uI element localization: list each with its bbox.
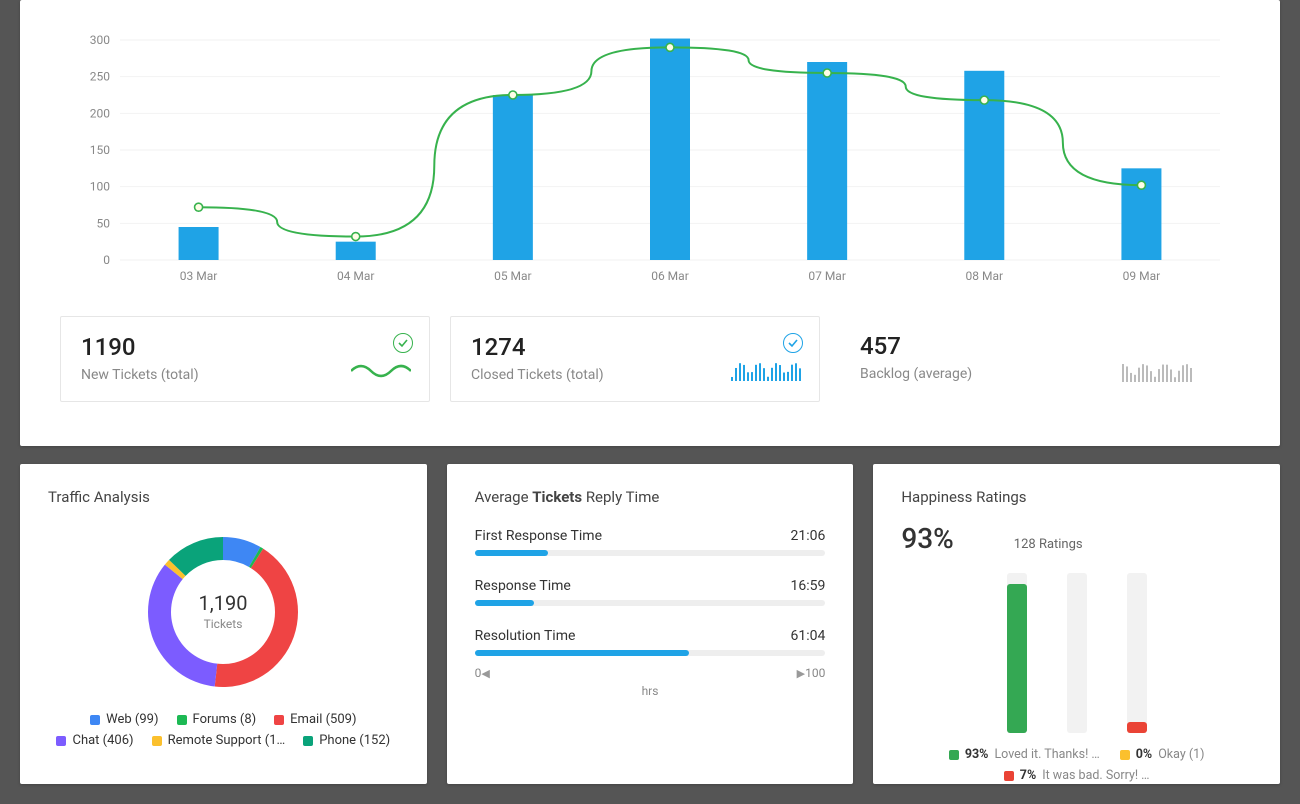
metric-label: Response Time: [475, 578, 571, 594]
happiness-bar-fill: [1127, 722, 1147, 733]
happiness-bar: [1127, 573, 1147, 733]
legend-swatch-icon: [949, 750, 959, 760]
happiness-bar-fill: [1007, 584, 1027, 733]
metric-value: 21:06: [790, 528, 825, 544]
svg-text:50: 50: [97, 216, 111, 230]
svg-text:1,190: 1,190: [199, 591, 248, 615]
traffic-legend-item[interactable]: Remote Support (1…: [152, 733, 286, 748]
legend-swatch-icon: [56, 736, 66, 746]
svg-text:Tickets: Tickets: [204, 617, 243, 631]
kpi-sparkline: [731, 361, 801, 385]
metric-bar-track: [475, 550, 826, 556]
kpi-card-0[interactable]: 1190 New Tickets (total): [60, 316, 430, 402]
happiness-bars: [901, 573, 1252, 733]
tickets-overview-card: 0 50 100 150 200 250 300 03 Mar 04 Mar 05 Mar 06 M…: [20, 0, 1280, 446]
reply-title: Average Tickets Reply Time: [475, 488, 826, 506]
traffic-donut-chart: 1,190 Tickets: [133, 522, 313, 702]
happiness-ratings-count: 128 Ratings: [1014, 537, 1083, 552]
happiness-title: Happiness Ratings: [901, 488, 1252, 506]
legend-swatch-icon: [152, 736, 162, 746]
traffic-legend-item[interactable]: Forums (8): [177, 712, 257, 727]
legend-swatch-icon: [303, 736, 313, 746]
reply-metric: First Response Time 21:06: [475, 528, 826, 556]
kpi-card-2[interactable]: 457 Backlog (average): [840, 316, 1210, 402]
reply-axis: 0 ◀ ▶ 100: [475, 666, 826, 680]
legend-swatch-icon: [177, 715, 187, 725]
kpi-row: 1190 New Tickets (total) 1274 Closed Tic…: [60, 316, 1240, 402]
axis-min: 0: [475, 666, 482, 680]
svg-text:0: 0: [103, 253, 110, 267]
legend-swatch-icon: [90, 715, 100, 725]
svg-text:04 Mar: 04 Mar: [337, 269, 375, 283]
svg-text:05 Mar: 05 Mar: [494, 269, 532, 283]
legend-swatch-icon: [1004, 771, 1014, 781]
traffic-analysis-card: Traffic Analysis 1,190 Tickets Web (99) Fo…: [20, 464, 427, 784]
metric-label: Resolution Time: [475, 628, 576, 644]
traffic-legend-item[interactable]: Web (99): [90, 712, 158, 727]
svg-text:250: 250: [90, 70, 110, 84]
happiness-card: Happiness Ratings 93% 128 Ratings 93% Lo…: [873, 464, 1280, 784]
happiness-legend-item[interactable]: 93% Loved it. Thanks! …: [949, 747, 1100, 762]
svg-text:300: 300: [90, 33, 110, 47]
metric-bar-fill: [475, 600, 535, 606]
axis-right-arrow-icon[interactable]: ▶: [797, 667, 805, 680]
reply-metric: Resolution Time 61:04: [475, 628, 826, 656]
svg-text:08 Mar: 08 Mar: [966, 269, 1004, 283]
kpi-sparkline: [1122, 362, 1192, 386]
metric-value: 16:59: [790, 578, 825, 594]
check-circle-icon: [783, 333, 803, 353]
metric-bar-fill: [475, 550, 549, 556]
svg-text:100: 100: [90, 180, 110, 194]
happiness-bar: [1067, 573, 1087, 733]
kpi-card-1[interactable]: 1274 Closed Tickets (total): [450, 316, 820, 402]
legend-swatch-icon: [274, 715, 284, 725]
traffic-legend-item[interactable]: Phone (152): [303, 733, 390, 748]
happiness-bar: [1007, 573, 1027, 733]
traffic-title: Traffic Analysis: [48, 488, 399, 506]
tickets-week-chart: 0 50 100 150 200 250 300 03 Mar 04 Mar 05 Mar 06 M…: [60, 30, 1240, 300]
reply-metrics: First Response Time 21:06 Response Time …: [475, 528, 826, 656]
happiness-legend: 93% Loved it. Thanks! … 0% Okay (1) 7% It …: [901, 747, 1252, 783]
svg-text:03 Mar: 03 Mar: [180, 269, 218, 283]
svg-text:07 Mar: 07 Mar: [808, 269, 846, 283]
traffic-legend-item[interactable]: Chat (406): [56, 733, 133, 748]
svg-text:09 Mar: 09 Mar: [1123, 269, 1161, 283]
happiness-main-pct: 93%: [901, 522, 953, 555]
traffic-legend: Web (99) Forums (8) Email (509) Chat (406) R…: [48, 712, 399, 748]
check-circle-icon: [393, 333, 413, 353]
metric-bar-track: [475, 600, 826, 606]
happiness-legend-item[interactable]: 7% It was bad. Sorry! …: [1004, 768, 1150, 783]
metric-label: First Response Time: [475, 528, 602, 544]
svg-text:150: 150: [90, 143, 110, 157]
axis-unit: hrs: [475, 684, 826, 698]
kpi-value: 1190: [81, 333, 409, 361]
metric-bar-fill: [475, 650, 689, 656]
kpi-value: 457: [860, 332, 1190, 360]
kpi-sparkline: [351, 361, 411, 385]
metric-bar-track: [475, 650, 826, 656]
happiness-legend-item[interactable]: 0% Okay (1): [1120, 747, 1205, 762]
kpi-value: 1274: [471, 333, 799, 361]
reply-metric: Response Time 16:59: [475, 578, 826, 606]
traffic-legend-item[interactable]: Email (509): [274, 712, 356, 727]
axis-left-arrow-icon[interactable]: ◀: [481, 667, 489, 680]
legend-swatch-icon: [1120, 750, 1130, 760]
reply-time-card: Average Tickets Reply Time First Respons…: [447, 464, 854, 784]
svg-text:06 Mar: 06 Mar: [651, 269, 689, 283]
svg-text:200: 200: [90, 106, 110, 120]
axis-max: 100: [805, 666, 825, 680]
metric-value: 61:04: [790, 628, 825, 644]
